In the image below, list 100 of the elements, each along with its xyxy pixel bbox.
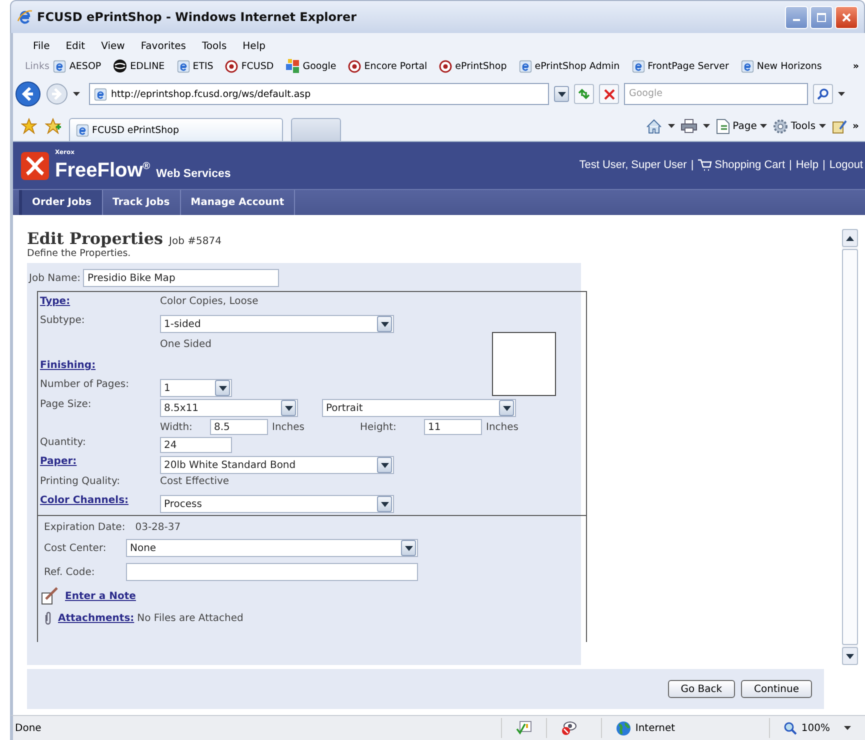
home-icon[interactable] xyxy=(646,118,662,134)
favorite-link[interactable]: EDLINE xyxy=(113,59,165,73)
favorite-link[interactable]: FCUSD xyxy=(225,60,274,72)
add-star-icon[interactable] xyxy=(45,118,61,134)
input-field[interactable]: Presidio Bike Map xyxy=(83,269,280,287)
maximize-button[interactable] xyxy=(810,6,833,28)
caret-icon xyxy=(760,124,767,128)
menu-item[interactable]: File xyxy=(25,40,58,52)
field-value: Color Copies, Loose xyxy=(160,296,258,307)
property-link[interactable]: Paper: xyxy=(40,456,77,467)
shopping-cart-link[interactable]: Shopping Cart xyxy=(698,158,785,170)
user-name: Test User, Super User xyxy=(579,158,687,170)
property-link[interactable]: Finishing: xyxy=(40,360,96,371)
search-button[interactable] xyxy=(813,84,833,104)
select-field[interactable]: 20lb White Standard Bond xyxy=(160,456,394,474)
caret-icon xyxy=(818,124,826,128)
star-icon[interactable] xyxy=(21,118,37,134)
attachments-link[interactable]: Attachments: xyxy=(58,612,134,624)
more-links-chevron[interactable]: » xyxy=(852,60,865,72)
field-value: 03-28-37 xyxy=(135,522,181,533)
action-button[interactable]: Go Back xyxy=(668,680,736,698)
close-icon xyxy=(842,12,851,22)
favorite-link[interactable]: ePrintShop Admin xyxy=(518,60,620,72)
warning-check-icon xyxy=(516,721,532,735)
input-field[interactable]: 8.5 xyxy=(210,419,268,435)
favorite-link[interactable]: ePrintShop xyxy=(439,60,507,72)
menu-item[interactable]: Favorites xyxy=(132,40,194,52)
field-value: Cost Effective xyxy=(160,476,230,487)
field-value: No Files are Attached xyxy=(137,612,244,624)
command-menu[interactable]: Tools xyxy=(772,118,826,134)
favorite-link[interactable]: AESOP xyxy=(53,60,102,72)
field-label: Subtype: xyxy=(40,315,85,326)
browser-e-icon xyxy=(632,60,645,72)
command-menu[interactable]: Page xyxy=(716,118,767,134)
menu-item[interactable]: Help xyxy=(234,40,274,52)
enter-note-link[interactable]: Enter a Note xyxy=(65,590,136,602)
browser-e-icon xyxy=(17,9,33,25)
input-field[interactable]: 11 xyxy=(424,419,482,435)
refresh-icon xyxy=(577,88,591,100)
header-link[interactable]: Help xyxy=(796,158,818,170)
caret-icon xyxy=(844,726,851,730)
menu-item[interactable]: View xyxy=(93,40,133,52)
menu-item[interactable]: Tools xyxy=(194,40,235,52)
minimize-button[interactable] xyxy=(785,6,808,28)
nav-tab[interactable]: Track Jobs xyxy=(102,190,181,215)
magnifier-icon xyxy=(784,722,798,734)
favorite-link[interactable]: Encore Portal xyxy=(348,60,428,72)
field-label: Number of Pages: xyxy=(40,379,129,390)
zoom-level[interactable]: 100% xyxy=(769,718,865,738)
scroll-up-icon xyxy=(846,236,854,240)
back-button[interactable] xyxy=(15,81,41,107)
refresh-button[interactable] xyxy=(574,84,594,104)
browser-e-icon xyxy=(76,124,89,136)
stop-button[interactable] xyxy=(599,84,619,104)
select-field[interactable]: None xyxy=(126,539,418,557)
caret-icon xyxy=(73,92,80,96)
cart-icon xyxy=(698,158,712,170)
separator: | xyxy=(690,158,694,170)
favorite-link[interactable]: New Horizons xyxy=(740,60,822,72)
security-zone[interactable]: Internet xyxy=(601,718,760,738)
field-label: Quantity: xyxy=(40,437,86,448)
caret-icon xyxy=(838,92,845,96)
select-field[interactable]: 8.5x11 xyxy=(160,399,298,417)
tools-icon[interactable] xyxy=(832,118,847,134)
close-button[interactable] xyxy=(835,6,858,28)
globe-icon xyxy=(616,720,632,736)
caret-icon xyxy=(702,124,710,128)
favorite-link[interactable]: ETIS xyxy=(176,60,214,72)
favorite-link[interactable]: Google xyxy=(286,59,336,73)
favorite-link[interactable]: FrontPage Server xyxy=(632,60,729,72)
separator: | xyxy=(822,158,826,170)
nav-tab[interactable]: Order Jobs xyxy=(19,190,102,215)
action-button[interactable]: Continue xyxy=(741,680,812,698)
property-link[interactable]: Type: xyxy=(40,296,70,307)
select-field[interactable]: 1-sided xyxy=(160,315,394,333)
property-link[interactable]: Color Channels: xyxy=(40,495,129,506)
more-commands-chevron[interactable]: » xyxy=(852,120,865,132)
search-icon xyxy=(817,88,829,100)
scrollbar[interactable] xyxy=(842,229,858,665)
select-field[interactable]: Process xyxy=(160,495,394,513)
header-link[interactable]: Logout xyxy=(829,158,863,170)
browser-e-icon xyxy=(740,60,754,72)
brand-subtitle: Web Services xyxy=(156,168,231,180)
printer-icon[interactable] xyxy=(680,119,697,133)
unit-label: Inches xyxy=(272,422,306,432)
page-subtitle: Define the Properties. xyxy=(27,248,132,259)
select-field[interactable]: Portrait xyxy=(322,399,516,417)
input-field[interactable] xyxy=(126,563,418,581)
swirl-icon xyxy=(113,59,128,73)
caret-icon xyxy=(668,124,675,128)
menu-item[interactable]: Edit xyxy=(58,40,94,52)
input-field[interactable]: 24 xyxy=(160,437,232,453)
page-title: Edit Properties xyxy=(27,229,164,248)
nav-tab[interactable]: Manage Account xyxy=(180,190,296,215)
browser-tab[interactable]: FCUSD ePrintShop xyxy=(69,118,283,141)
logo-icon xyxy=(21,152,49,180)
address-field[interactable]: http://eprintshop.fcusd.org/ws/default.asp xyxy=(89,83,549,105)
field-label: Height: xyxy=(359,422,398,432)
select-field[interactable]: 1 xyxy=(160,379,232,397)
page-icon xyxy=(716,118,730,134)
